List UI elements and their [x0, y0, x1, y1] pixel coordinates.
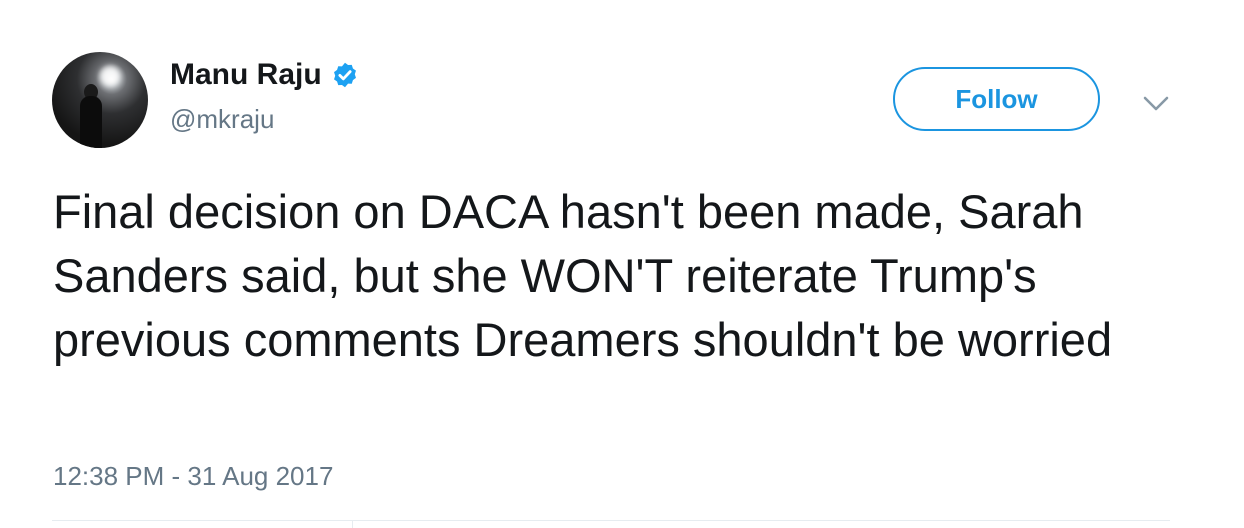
chevron-down-icon[interactable] — [1141, 88, 1171, 118]
author-name-row: Manu Raju — [170, 58, 359, 92]
tweet-text: Final decision on DACA hasn't been made,… — [53, 185, 1113, 366]
author-name[interactable]: Manu Raju — [170, 58, 322, 92]
divider-tick — [352, 520, 353, 528]
author-handle[interactable]: @mkraju — [170, 104, 274, 135]
tweet-timestamp[interactable]: 12:38 PM - 31 Aug 2017 — [53, 461, 333, 492]
follow-button[interactable]: Follow — [893, 67, 1100, 131]
avatar-silhouette — [80, 96, 102, 148]
avatar[interactable] — [52, 52, 148, 148]
avatar-light — [100, 66, 120, 86]
verified-badge-icon — [333, 62, 356, 88]
divider — [52, 520, 1170, 521]
